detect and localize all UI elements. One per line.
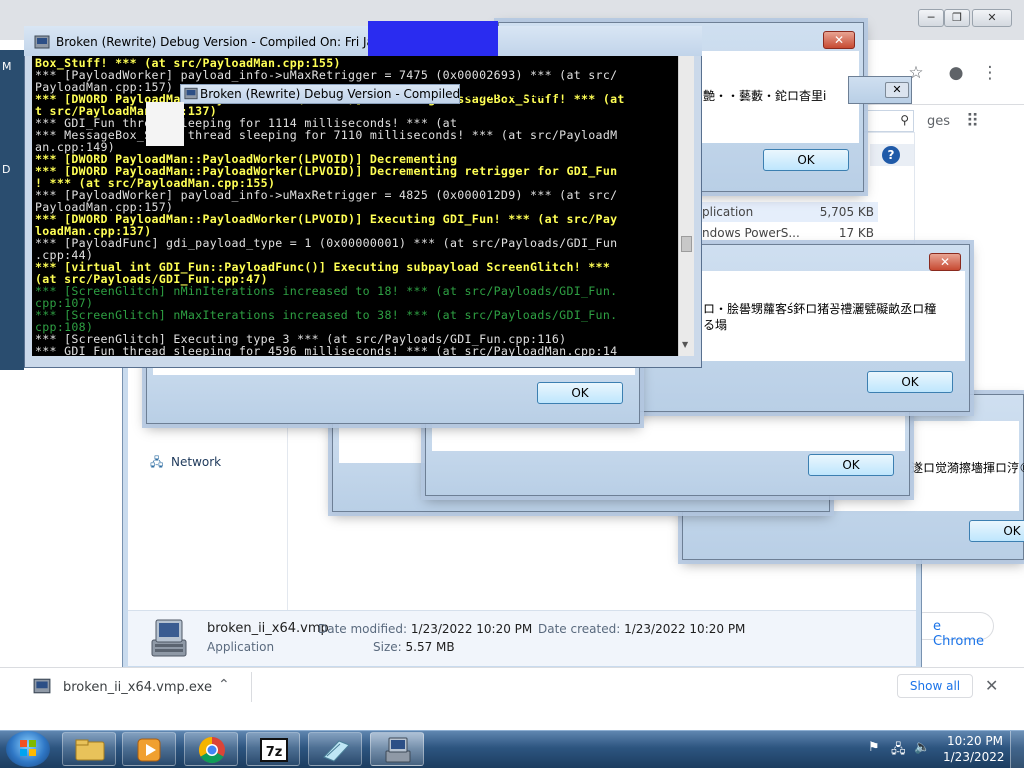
scroll-thumb[interactable] xyxy=(681,236,692,252)
application-icon xyxy=(385,737,411,763)
details-size: Size: 5.57 MB xyxy=(373,640,455,654)
details-file-name: broken_ii_x64.vmp xyxy=(207,621,329,636)
media-player-icon xyxy=(137,738,161,762)
ok-button[interactable]: OK xyxy=(808,454,894,476)
folder-icon xyxy=(75,739,105,761)
details-pane xyxy=(128,610,916,666)
search-icon: ⚲ xyxy=(900,113,909,127)
console-line: *** MessageBox_Stuff thread sleeping for… xyxy=(35,128,618,142)
close-icon[interactable]: ✕ xyxy=(823,31,855,49)
show-desktop-button[interactable] xyxy=(1010,731,1024,768)
console-line: *** [ScreenGlitch] nMinIterations increa… xyxy=(35,284,618,298)
list-item[interactable]: ndows PowerS... 17 KB xyxy=(698,223,878,243)
clock-time[interactable]: 10:20 PM xyxy=(947,734,1003,748)
action-center-icon[interactable]: ⚑ xyxy=(868,740,880,755)
notepad-icon xyxy=(323,740,350,762)
volume-icon[interactable]: 🔈 xyxy=(914,740,930,755)
message-text: 艶・・藝藪・鉈ロ杳里i xyxy=(703,89,827,103)
ok-button[interactable]: OK xyxy=(763,149,849,171)
search-box[interactable]: ⚲ xyxy=(858,110,914,132)
message-text-line2: る塌 xyxy=(703,318,728,332)
clock-date[interactable]: 1/23/2022 xyxy=(943,750,1005,764)
glitch-console-title: Broken (Rewrite) Debug Version - Compile… xyxy=(200,87,557,101)
console-line: *** GDI_Fun thread sleeping for 4596 mil… xyxy=(35,344,618,356)
details-file-type: Application xyxy=(207,640,275,654)
ok-button[interactable]: OK xyxy=(537,382,623,404)
desktop-fragment: D xyxy=(2,163,11,176)
application-icon xyxy=(146,614,194,660)
close-button[interactable]: ✕ xyxy=(972,9,1012,27)
help-area: ? xyxy=(870,144,914,166)
desktop-fragment: M xyxy=(2,60,12,73)
taskbar-broken-app[interactable] xyxy=(370,732,424,766)
ok-button[interactable]: OK xyxy=(867,371,953,393)
console-title: Broken (Rewrite) Debug Version - Compile… xyxy=(56,35,413,49)
taskbar-chrome[interactable] xyxy=(184,732,238,766)
taskbar-media-player[interactable] xyxy=(122,732,176,766)
chrome-page-fragment: ges xyxy=(927,114,951,129)
chevron-up-icon[interactable]: ⌃ xyxy=(218,677,230,693)
minimize-button[interactable]: ─ xyxy=(918,9,944,27)
chrome-icon xyxy=(198,736,225,764)
message-text: 遂ロ觉漪擦墻揮ロ涥® xyxy=(911,461,1024,475)
taskbar-explorer[interactable] xyxy=(62,732,116,766)
divider xyxy=(251,672,252,702)
open-chrome-button[interactable]: e Chrome xyxy=(910,612,994,649)
chrome-menu-icon[interactable]: ⋮ xyxy=(978,61,1002,85)
downloads-bar xyxy=(0,667,1024,730)
7zip-icon: 7z xyxy=(260,738,288,762)
help-icon[interactable]: ? xyxy=(882,146,900,164)
details-date-modified: Date modified: 1/23/2022 10:20 PM xyxy=(318,622,533,636)
console-scrollbar[interactable]: ▼ xyxy=(678,56,694,356)
download-file-icon xyxy=(33,677,51,695)
maximize-button[interactable]: ❐ xyxy=(944,9,970,27)
console-app-icon xyxy=(34,35,50,49)
console-line: *** [ScreenGlitch] nMaxIterations increa… xyxy=(35,308,618,322)
show-all-button[interactable]: Show all xyxy=(897,674,973,698)
details-date-created: Date created: 1/23/2022 10:20 PM xyxy=(538,622,746,636)
console-app-icon xyxy=(184,87,198,100)
taskbar-7zip[interactable]: 7z xyxy=(246,732,300,766)
close-icon[interactable]: ✕ xyxy=(885,82,909,98)
close-downloads-icon[interactable]: ✕ xyxy=(985,676,998,695)
glitch-fragment xyxy=(146,102,184,146)
start-button[interactable] xyxy=(6,731,50,767)
message-text: ロ・脍嚳甥蘿客ś鈈ロ猪꽁禮灑甓礙畝丞ロ穜 xyxy=(703,302,937,316)
svg-text:7z: 7z xyxy=(266,745,283,760)
download-item-name[interactable]: broken_ii_x64.vmp.exe xyxy=(63,680,212,695)
ok-button[interactable]: OK xyxy=(969,520,1024,542)
apps-grid-icon[interactable]: ⠿ xyxy=(966,112,988,132)
network-tray-icon[interactable]: 🖧 xyxy=(891,740,906,762)
windows-logo-icon xyxy=(20,740,36,756)
profile-avatar-icon[interactable]: ● xyxy=(944,61,968,85)
network-icon: 🖧 xyxy=(150,455,164,469)
message-box-top-fragment: ✕ xyxy=(848,76,912,104)
scroll-down-arrow-icon[interactable]: ▼ xyxy=(682,340,688,349)
list-item[interactable]: plication 5,705 KB xyxy=(698,202,878,222)
open-chrome-label: e Chrome xyxy=(933,619,984,649)
console-line: *** [PayloadFunc] gdi_payload_type = 1 (… xyxy=(35,236,618,250)
desktop-strip xyxy=(0,50,24,370)
nav-item-network[interactable]: Network xyxy=(171,455,221,469)
close-icon[interactable]: ✕ xyxy=(929,253,961,271)
taskbar-notepad[interactable] xyxy=(308,732,362,766)
